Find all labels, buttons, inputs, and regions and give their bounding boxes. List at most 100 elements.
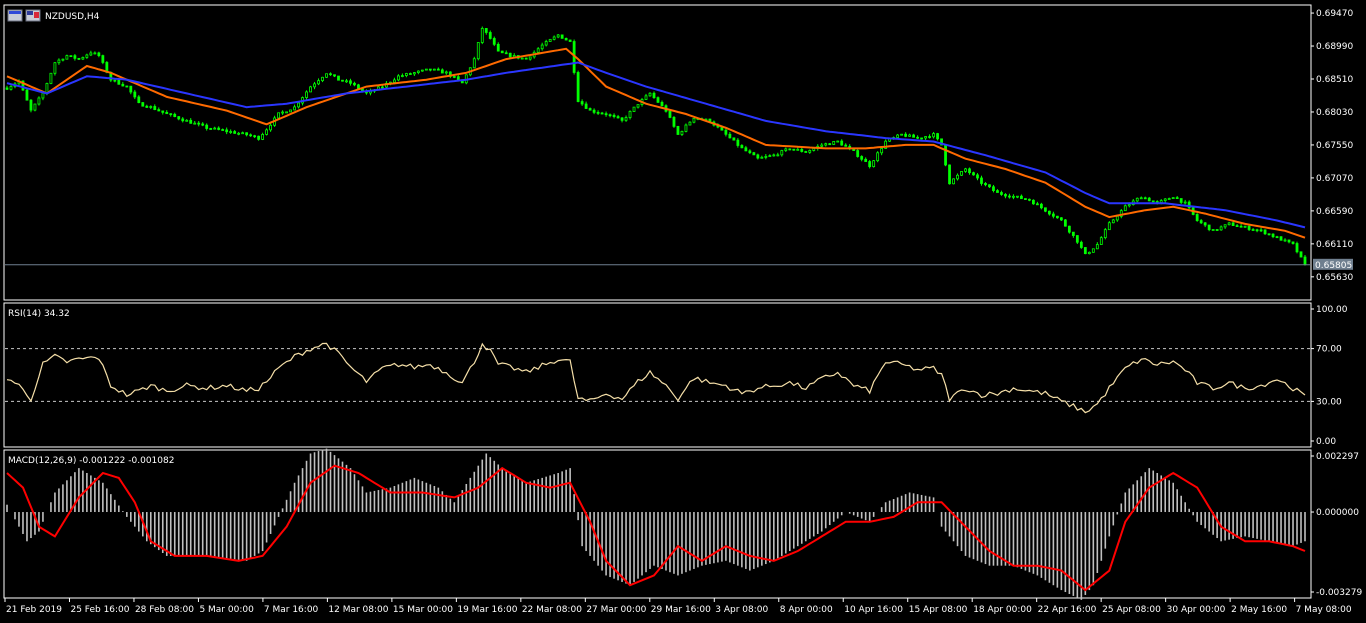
candle-body xyxy=(325,73,328,78)
time-tick-label: 19 Mar 16:00 xyxy=(457,605,517,615)
time-tick-label: 25 Apr 08:00 xyxy=(1102,605,1161,615)
candle-body xyxy=(73,55,77,59)
candle-body xyxy=(113,79,117,82)
candle-body xyxy=(1107,222,1111,231)
candle-body xyxy=(796,148,800,151)
time-tick-label: 21 Feb 2019 xyxy=(6,605,62,615)
candle-body xyxy=(784,148,788,151)
current-price-label: 0.65805 xyxy=(1315,261,1352,271)
candle-body xyxy=(1095,244,1099,250)
candle-body xyxy=(381,86,384,89)
candle-body xyxy=(1195,214,1199,221)
candle-body xyxy=(600,112,604,115)
candle-body xyxy=(33,103,37,111)
candle-body xyxy=(329,73,332,76)
candle-body xyxy=(173,113,177,118)
candle-body xyxy=(1267,233,1271,236)
candle-body xyxy=(1127,204,1131,207)
candle-body xyxy=(952,178,955,185)
candle-body xyxy=(89,52,93,56)
candle-body xyxy=(440,69,444,74)
candle-body xyxy=(596,111,600,114)
candle-body xyxy=(1247,225,1251,230)
candle-body xyxy=(956,174,959,180)
candle-body xyxy=(676,125,680,135)
candle-body xyxy=(153,106,157,111)
time-tick-label: 7 Mar 16:00 xyxy=(264,605,319,615)
candle-body xyxy=(1271,233,1275,238)
candle-body xyxy=(1183,201,1187,204)
candle-body xyxy=(988,184,991,188)
candle-body xyxy=(412,72,416,75)
candle-body xyxy=(648,92,652,97)
candle-body xyxy=(281,111,284,114)
time-tick-label: 29 Mar 16:00 xyxy=(651,605,711,615)
candle-body xyxy=(289,109,292,113)
price-tick-label: 0.68510 xyxy=(1316,75,1353,85)
candle-body xyxy=(1259,229,1263,232)
candle-body xyxy=(436,68,440,71)
time-tick-label: 2 May 16:00 xyxy=(1231,605,1287,615)
price-tick-label: 0.66590 xyxy=(1316,207,1353,217)
candle-body xyxy=(1299,251,1303,258)
candle-body xyxy=(840,140,844,146)
rsi-tick-label: 100.00 xyxy=(1316,305,1348,315)
candle-body xyxy=(1079,241,1083,248)
candle-body xyxy=(1055,215,1059,219)
candle-body xyxy=(1243,225,1247,228)
candle-body xyxy=(456,76,460,81)
rsi-tick-label: 70.00 xyxy=(1316,345,1342,355)
candle-body xyxy=(416,70,420,73)
candle-body xyxy=(125,85,129,88)
candle-body xyxy=(744,147,748,152)
candle-body xyxy=(872,160,876,168)
candle-body xyxy=(672,117,676,127)
candle-body xyxy=(604,113,608,116)
candle-body xyxy=(876,152,880,162)
candle-body xyxy=(1016,195,1019,198)
candle-body xyxy=(241,132,245,135)
candle-body xyxy=(832,141,836,145)
candle-body xyxy=(69,55,73,58)
candle-body xyxy=(1179,198,1183,203)
candle-body xyxy=(317,80,320,85)
candle-body xyxy=(636,104,640,108)
candle-body xyxy=(628,111,632,118)
candle-body xyxy=(984,183,987,186)
candle-body xyxy=(221,129,225,131)
candle-body xyxy=(508,52,512,58)
candle-body xyxy=(896,134,900,138)
candle-body xyxy=(181,118,185,122)
candle-body xyxy=(552,36,556,40)
candle-body xyxy=(57,59,61,64)
candle-body xyxy=(828,143,832,146)
candle-body xyxy=(1012,195,1015,198)
candle-body xyxy=(1123,205,1127,212)
price-tick-label: 0.69470 xyxy=(1316,9,1353,19)
candle-body xyxy=(568,39,572,42)
candle-body xyxy=(333,74,336,77)
candle-body xyxy=(856,150,860,157)
candle-body xyxy=(476,42,480,60)
time-tick-label: 5 Mar 00:00 xyxy=(199,605,254,615)
candle-body xyxy=(1159,200,1163,203)
chart-window[interactable]: 0.69470 0.68990 0.68510 0.68030 0.67550 0.670… xyxy=(0,0,1366,623)
candle-body xyxy=(53,62,57,74)
candle-body xyxy=(444,71,448,74)
candle-body xyxy=(904,133,908,137)
time-tick-label: 12 Mar 08:00 xyxy=(328,605,388,615)
candle-body xyxy=(157,109,161,112)
candle-body xyxy=(924,136,927,139)
candle-body xyxy=(41,92,45,99)
candle-body xyxy=(1175,197,1179,200)
candle-body xyxy=(93,52,97,55)
candle-body xyxy=(496,43,500,52)
candle-body xyxy=(528,56,532,60)
candle-body xyxy=(1215,229,1219,231)
candle-body xyxy=(1279,236,1283,241)
time-tick-label: 25 Feb 16:00 xyxy=(70,605,129,615)
candle-body xyxy=(193,122,197,125)
candle-body xyxy=(1303,256,1307,265)
candle-body xyxy=(804,151,808,153)
candle-body xyxy=(1024,198,1027,200)
